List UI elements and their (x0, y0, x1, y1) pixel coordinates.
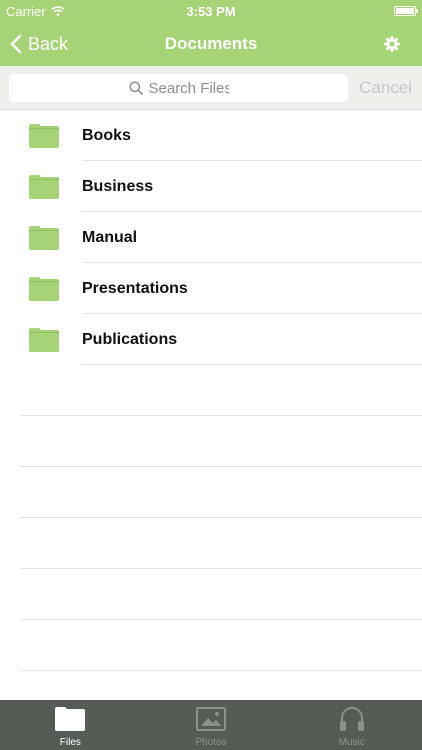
folder-icon (29, 277, 59, 301)
file-name: Publications (82, 330, 178, 348)
photo-icon (195, 705, 227, 733)
tab-music[interactable]: Music (281, 700, 422, 750)
tab-label: Photos (195, 737, 227, 748)
wifi-icon (51, 6, 65, 16)
folder-icon (29, 175, 59, 199)
tab-bar: Files Photos Music (0, 700, 422, 750)
search-input[interactable] (148, 79, 229, 97)
nav-bar: Back Documents (0, 22, 422, 66)
file-name: Presentations (82, 279, 188, 297)
cancel-button[interactable]: Cancel (359, 66, 412, 110)
tab-label: Files (59, 737, 81, 748)
search-icon (128, 81, 143, 95)
folder-icon (29, 124, 59, 148)
file-list: Books Business Manual Presentations Publ… (0, 110, 422, 365)
file-name: Business (82, 177, 154, 195)
search-field[interactable] (9, 74, 348, 102)
status-left: Carrier (6, 4, 65, 19)
empty-row (0, 365, 422, 416)
gear-icon (384, 36, 400, 52)
back-label: Back (28, 33, 69, 54)
tab-files[interactable]: Files (0, 700, 141, 750)
empty-row (0, 467, 422, 518)
search-bar: Cancel (0, 66, 422, 110)
file-name: Manual (82, 228, 138, 246)
file-row-manual[interactable]: Manual (0, 212, 422, 263)
carrier-label: Carrier (6, 3, 46, 19)
status-bar: Carrier 3:53 PM (0, 0, 422, 22)
empty-row (0, 620, 422, 671)
empty-list-rows (0, 365, 422, 671)
folder-icon (29, 226, 59, 250)
back-button[interactable]: Back (10, 22, 68, 66)
file-row-publications[interactable]: Publications (0, 314, 422, 365)
empty-row (0, 416, 422, 467)
battery-icon (394, 6, 418, 16)
headphones-icon (336, 705, 368, 733)
file-row-business[interactable]: Business (0, 161, 422, 212)
empty-row (0, 518, 422, 569)
tab-label: Music (338, 737, 365, 748)
chevron-left-icon (10, 34, 22, 54)
file-name: Books (82, 126, 131, 144)
folder-icon (29, 328, 59, 352)
tab-photos[interactable]: Photos (141, 700, 282, 750)
empty-row (0, 569, 422, 620)
folder-icon (54, 705, 86, 733)
settings-button[interactable] (382, 34, 402, 54)
file-row-presentations[interactable]: Presentations (0, 263, 422, 314)
file-row-books[interactable]: Books (0, 110, 422, 161)
